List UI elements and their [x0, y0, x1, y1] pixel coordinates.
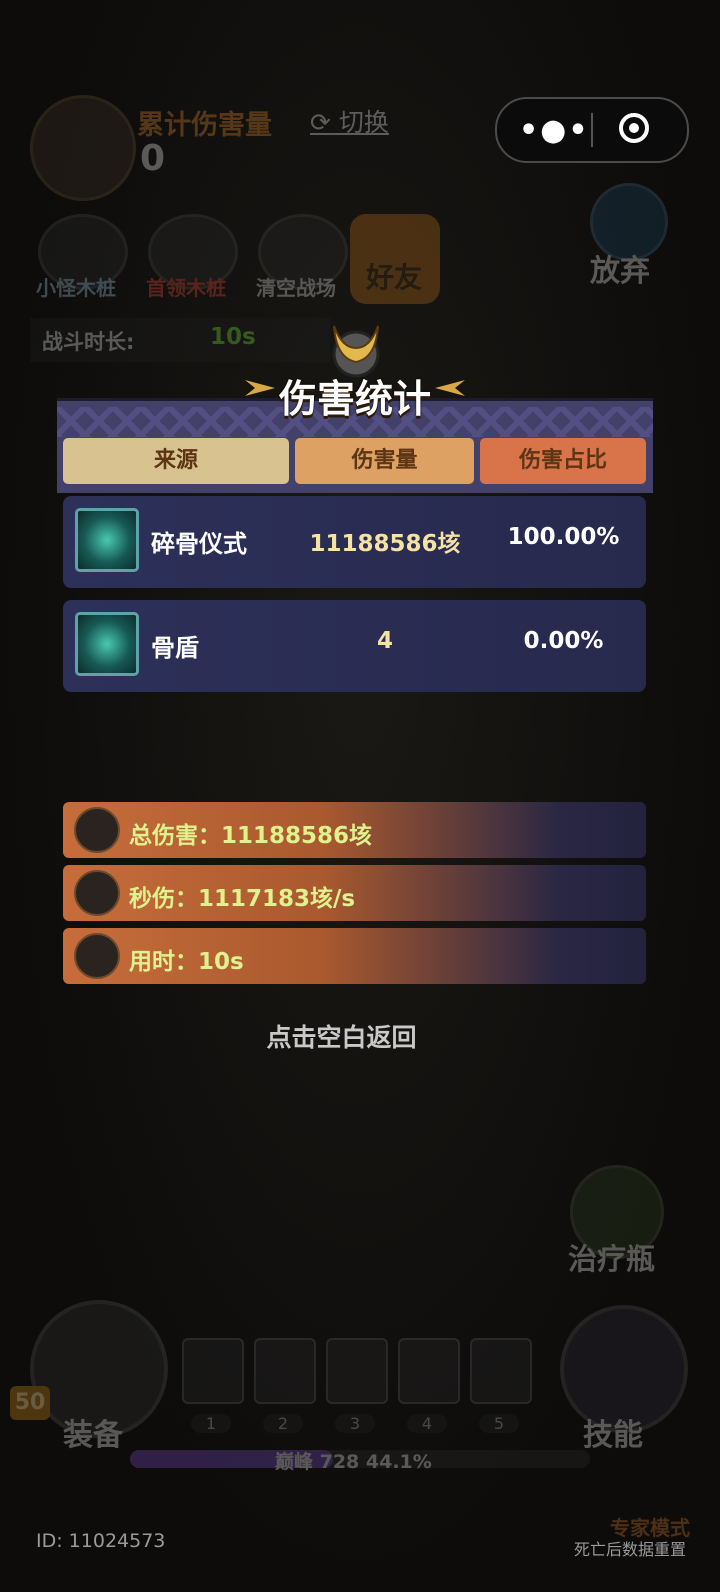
skill-slot-4[interactable]: [398, 1338, 460, 1404]
column-source[interactable]: 来源: [63, 438, 289, 484]
vortex-skill-icon: [75, 508, 139, 572]
friend-button[interactable]: 好友: [350, 214, 440, 304]
expert-mode-note: 死亡后数据重置: [574, 1540, 687, 1559]
damage-value: 4: [376, 628, 393, 654]
dps-bar: 秒伤：1117183垓/s: [63, 865, 646, 921]
slot-number: 4: [407, 1414, 447, 1433]
boss-stake-label: 首领木桩: [146, 276, 226, 300]
damage-share: 0.00%: [523, 628, 604, 654]
tap-blank-to-return[interactable]: 点击空白返回: [0, 1018, 683, 1054]
clear-field-label: 清空战场: [256, 276, 336, 300]
switch-button[interactable]: ⟳ 切换: [310, 103, 389, 139]
bone-shield-icon: [75, 612, 139, 676]
damage-row: 骨盾 4 0.00%: [63, 600, 646, 692]
modal-title-row: 伤害统计: [245, 368, 465, 423]
skill-label: 技能: [583, 1418, 643, 1453]
duration-value: 10s: [210, 324, 256, 350]
friend-label: 好友: [366, 261, 423, 294]
slot-number: 1: [191, 1414, 231, 1433]
capsule-divider: [591, 113, 593, 147]
time-used-bar: 用时：10s: [63, 928, 646, 984]
horned-helmet-icon: [74, 870, 120, 916]
hourglass-icon: [74, 933, 120, 979]
right-wing-icon: [435, 380, 465, 396]
player-id: ID: 11024573: [36, 1530, 166, 1552]
refresh-icon: ⟳: [310, 108, 331, 137]
total-damage-text: 总伤害：11188586垓: [129, 823, 373, 849]
skill-slot-2[interactable]: [254, 1338, 316, 1404]
total-damage-bar: 总伤害：11188586垓: [63, 802, 646, 858]
more-dots-icon[interactable]: •●•: [519, 113, 590, 148]
damage-share: 100.00%: [507, 524, 620, 550]
give-up-label: 放弃: [590, 254, 650, 289]
heal-label: 治疗瓶: [568, 1242, 656, 1276]
boss-avatar: [30, 95, 136, 201]
miniprogram-capsule: •●•: [495, 97, 689, 163]
minion-stake-label: 小怪木桩: [36, 276, 116, 300]
equip-label: 装备: [63, 1418, 123, 1453]
battle-duration: 战斗时长: 10s: [30, 318, 330, 362]
time-used-text: 用时：10s: [129, 949, 244, 975]
slot-number: 5: [479, 1414, 519, 1433]
source-name: 骨盾: [151, 634, 199, 662]
xp-text: 巅峰 728 44.1%: [275, 1451, 432, 1473]
target-icon[interactable]: [619, 113, 649, 143]
duration-label: 战斗时长:: [42, 330, 135, 354]
skill-slot-5[interactable]: [470, 1338, 532, 1404]
skill-slot-3[interactable]: [326, 1338, 388, 1404]
switch-label: 切换: [338, 108, 389, 137]
modal-title: 伤害统计: [278, 377, 431, 421]
column-share[interactable]: 伤害占比: [480, 438, 646, 484]
horned-helmet-icon: [74, 807, 120, 853]
slot-number: 3: [335, 1414, 375, 1433]
damage-row: 碎骨仪式 11188586垓 100.00%: [63, 496, 646, 588]
cumulative-damage-value: 0: [140, 138, 166, 179]
left-wing-icon: [245, 380, 275, 396]
level-badge: 50: [10, 1386, 50, 1420]
slot-number: 2: [263, 1414, 303, 1433]
skill-slot-1[interactable]: [182, 1338, 244, 1404]
cumulative-damage-label: 累计伤害量: [137, 110, 272, 141]
damage-value: 11188586垓: [309, 531, 461, 557]
column-damage[interactable]: 伤害量: [295, 438, 474, 484]
source-name: 碎骨仪式: [151, 530, 247, 558]
dps-text: 秒伤：1117183垓/s: [129, 886, 356, 912]
